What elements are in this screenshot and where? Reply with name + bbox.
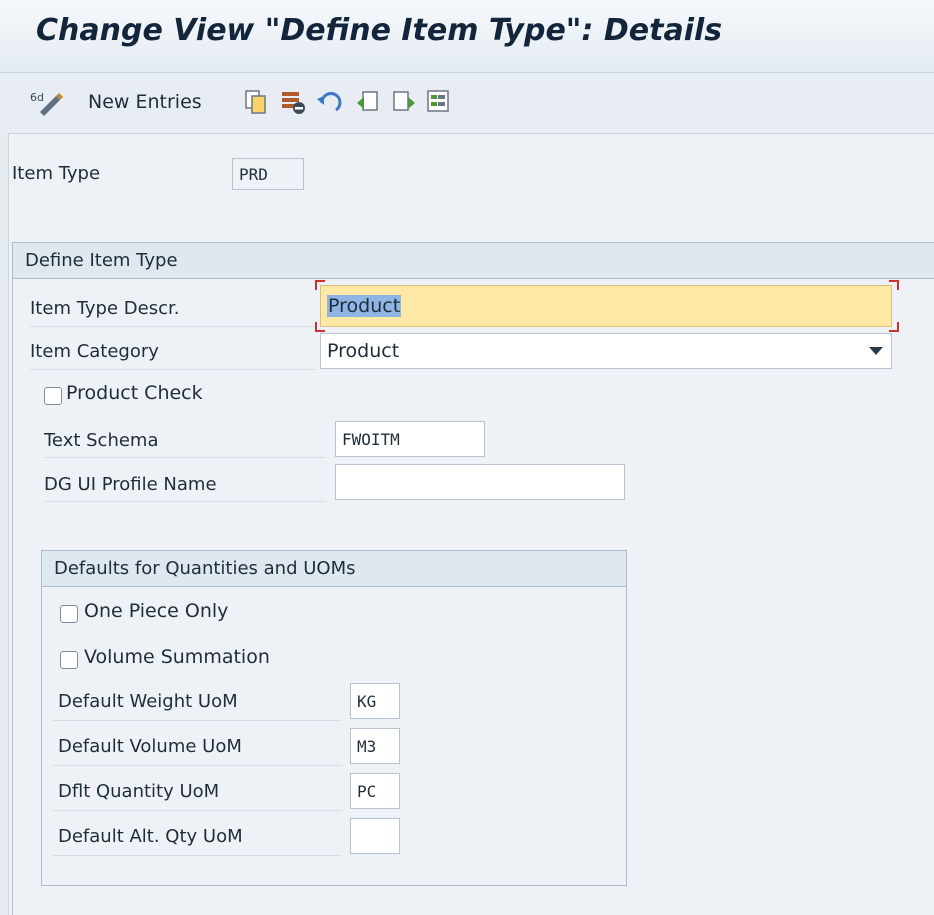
- defaults-quantities-heading: Defaults for Quantities and UOMs: [42, 551, 626, 587]
- undo-icon[interactable]: [316, 87, 344, 117]
- volume-summation-label: Volume Summation: [84, 646, 270, 668]
- text-schema-label: Text Schema: [44, 424, 326, 458]
- volume-summation-checkbox[interactable]: [60, 651, 78, 669]
- one-piece-only-label: One Piece Only: [84, 600, 229, 622]
- previous-entry-icon[interactable]: [356, 87, 380, 117]
- item-type-descr-label: Item Type Descr.: [30, 291, 316, 327]
- dg-ui-profile-label: DG UI Profile Name: [44, 468, 326, 502]
- product-check-label: Product Check: [66, 382, 203, 404]
- quantity-uom-label: Dflt Quantity UoM: [52, 773, 342, 811]
- item-category-value: Product: [327, 340, 400, 362]
- display-change-icon[interactable]: 6d: [30, 87, 64, 117]
- new-entries-button[interactable]: New Entries: [88, 87, 202, 117]
- new-entries-label: New Entries: [88, 91, 202, 113]
- chevron-down-icon[interactable]: [869, 347, 883, 355]
- item-category-select[interactable]: Product: [320, 333, 892, 369]
- item-type-descr-value: Product: [327, 295, 402, 317]
- select-all-icon[interactable]: [426, 87, 452, 117]
- focus-corner-top-left: [315, 280, 325, 290]
- alt-qty-uom-input[interactable]: [350, 818, 400, 854]
- default-volume-uom-input[interactable]: M3: [350, 728, 400, 764]
- focus-corner-bottom-right: [889, 322, 899, 332]
- svg-text:6d: 6d: [30, 91, 44, 104]
- define-item-type-heading: Define Item Type: [13, 243, 934, 279]
- default-weight-uom-input[interactable]: KG: [350, 683, 400, 719]
- dg-ui-profile-input[interactable]: [335, 464, 625, 500]
- delete-icon[interactable]: [280, 87, 306, 117]
- copy-icon[interactable]: [244, 87, 268, 117]
- page-title: Change View "Define Item Type": Details: [36, 13, 723, 48]
- default-volume-uom-label: Default Volume UoM: [52, 728, 342, 766]
- next-entry-icon[interactable]: [392, 87, 416, 117]
- product-check-checkbox[interactable]: [44, 387, 62, 405]
- text-schema-input[interactable]: FWOITM: [335, 421, 485, 457]
- alt-qty-uom-label: Default Alt. Qty UoM: [52, 818, 342, 856]
- quantity-uom-input[interactable]: PC: [350, 773, 400, 809]
- focus-corner-top-right: [889, 280, 899, 290]
- left-border: [0, 133, 9, 915]
- item-type-descr-input[interactable]: Product: [320, 285, 892, 327]
- item-category-label: Item Category: [30, 334, 316, 370]
- default-weight-uom-label: Default Weight UoM: [52, 683, 342, 721]
- item-type-field[interactable]: PRD: [232, 158, 304, 190]
- one-piece-only-checkbox[interactable]: [60, 605, 78, 623]
- title-bar: Change View "Define Item Type": Details: [0, 0, 934, 73]
- application-toolbar: 6d New Entries: [0, 73, 934, 134]
- item-type-label: Item Type: [12, 163, 101, 184]
- focus-corner-bottom-left: [315, 322, 325, 332]
